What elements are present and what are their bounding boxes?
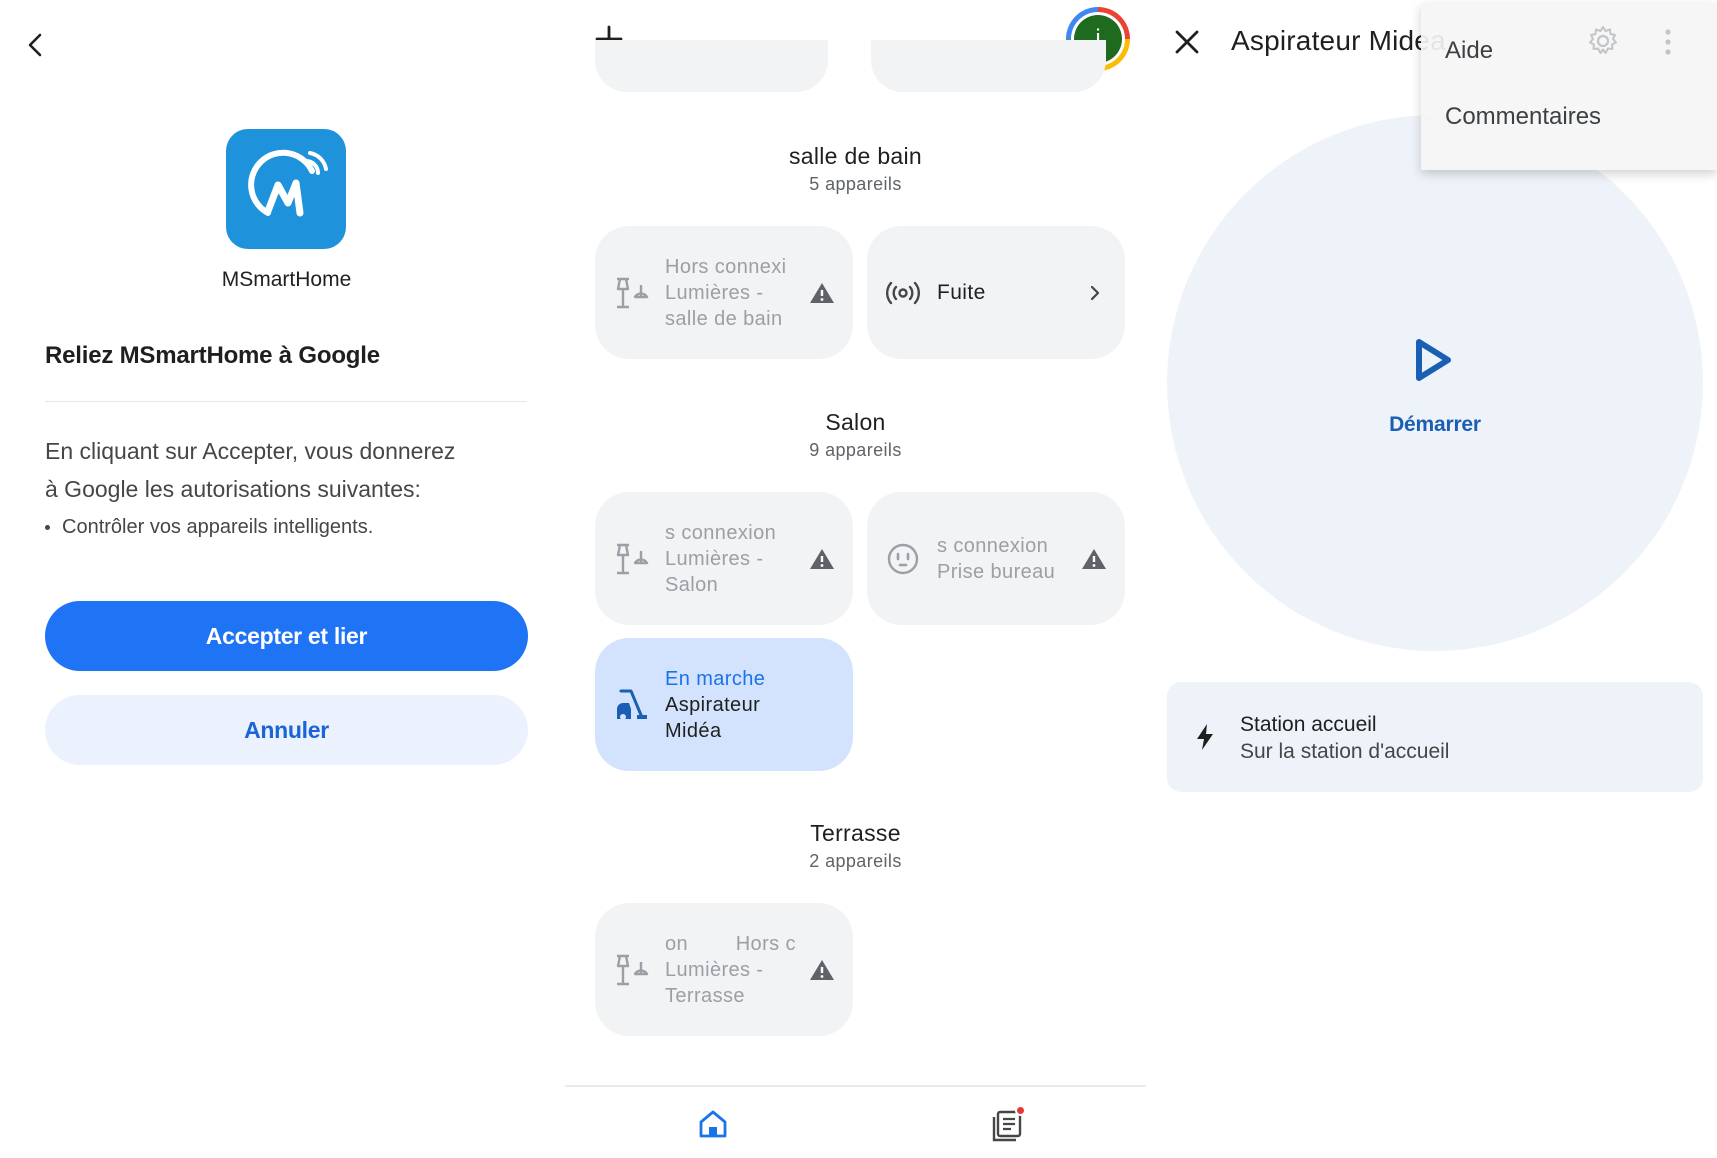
device-tile-partial[interactable]: [871, 40, 1106, 92]
lamp-icon: [616, 543, 649, 574]
gear-icon[interactable]: [1586, 24, 1620, 58]
dock-title: Station accueil: [1240, 713, 1377, 736]
device-tile-lights-salon[interactable]: s connexion Lumières - Salon: [595, 492, 853, 625]
divider: [45, 401, 527, 402]
device-status: En marche: [665, 667, 766, 690]
room-title: salle de bain: [788, 143, 923, 169]
home-devices-screen: j salle de bain 5 appareils Hors connexi…: [565, 0, 1146, 1158]
page-title: Reliez MSmartHome à Google: [45, 342, 380, 369]
device-name: Lumières -: [665, 281, 764, 304]
device-tile-outlet-office[interactable]: s connexion Prise bureau: [867, 492, 1125, 625]
dock-status-card[interactable]: Station accueil Sur la station d'accueil: [1167, 682, 1703, 792]
device-status: s connexion: [937, 534, 1049, 557]
device-name-cont: salle de bain: [665, 307, 783, 330]
accept-and-link-button[interactable]: Accepter et lier: [45, 601, 528, 671]
activity-tab[interactable]: [990, 1105, 1026, 1143]
lamp-icon: [616, 954, 649, 985]
overflow-menu: Aide Commentaires: [1421, 3, 1717, 170]
vacuum-control-screen: Aspirateur Midea Démarrer Station accuei…: [1146, 0, 1717, 1158]
warning-icon: [810, 959, 834, 980]
device-tile-lights-terrace[interactable]: on Hors c Lumières - Terrasse: [595, 903, 853, 1036]
more-vert-icon[interactable]: [1662, 27, 1674, 57]
room-title: Salon: [825, 409, 886, 435]
device-tile-leak[interactable]: Fuite: [867, 226, 1125, 359]
permission-label: Contrôler vos appareils intelligents.: [62, 516, 374, 538]
menu-item-feedback[interactable]: Commentaires: [1445, 103, 1601, 131]
device-name: Fuite: [937, 280, 986, 304]
lamp-icon: [616, 277, 649, 308]
device-status: s connexion: [665, 521, 777, 544]
device-tile-partial[interactable]: [595, 40, 828, 92]
warning-icon: [810, 548, 834, 569]
room-device-count: 5 appareils: [809, 174, 902, 194]
room-device-count: 2 appareils: [809, 851, 902, 871]
device-tile-lights-bathroom[interactable]: Hors connexi Lumières - salle de bain: [595, 226, 853, 359]
device-name: Lumières -: [665, 547, 764, 570]
bottom-navigation: [565, 1085, 1146, 1158]
consent-text: En cliquant sur Accepter, vous donnerez …: [45, 432, 525, 508]
chevron-right-icon: [1090, 285, 1100, 300]
room-device-count: 9 appareils: [809, 440, 902, 460]
back-button[interactable]: [18, 28, 52, 62]
device-name: Lumières -: [665, 958, 764, 981]
consent-line-1: En cliquant sur Accepter, vous donnerez: [45, 438, 456, 464]
consent-line-2: à Google les autorisations suivantes:: [45, 476, 421, 502]
chevron-left-icon: [28, 33, 42, 57]
device-name-cont: Midéa: [665, 719, 722, 742]
start-button[interactable]: Démarrer: [1146, 413, 1717, 437]
app-name: MSmartHome: [221, 268, 352, 291]
device-name-cont: Terrasse: [665, 984, 745, 1007]
notification-dot: [1015, 1105, 1026, 1116]
outlet-icon: [887, 543, 919, 574]
cancel-button[interactable]: Annuler: [45, 695, 528, 765]
link-account-screen: MSmartHome Reliez MSmartHome à Google En…: [0, 0, 565, 1158]
device-status: Hors connexi: [665, 255, 787, 278]
device-tile-vacuum[interactable]: En marche Aspirateur Midéa: [595, 638, 853, 771]
close-icon[interactable]: [1173, 28, 1201, 56]
device-name-cont: Salon: [665, 573, 719, 596]
play-icon[interactable]: [1414, 338, 1452, 382]
bullet: [45, 525, 50, 530]
msmarthome-logo: [226, 129, 346, 249]
home-icon[interactable]: [698, 1109, 728, 1139]
warning-icon: [1082, 548, 1106, 569]
leak-sensor-icon: [886, 281, 920, 304]
msmarthome-logo-icon: [248, 149, 328, 217]
device-status: on Hors c: [665, 932, 796, 955]
lightning-icon: [1197, 724, 1213, 750]
menu-item-help[interactable]: Aide: [1445, 37, 1493, 65]
room-title: Terrasse: [810, 820, 901, 846]
vacuum-icon: [617, 689, 647, 720]
permission-item: Contrôler vos appareils intelligents.: [45, 516, 373, 539]
control-dial: [1167, 115, 1703, 651]
dock-subtitle: Sur la station d'accueil: [1240, 740, 1450, 763]
device-name: Prise bureau: [937, 560, 1056, 583]
warning-icon: [810, 282, 834, 303]
device-title: Aspirateur Midea: [1231, 25, 1446, 56]
device-name: Aspirateur: [665, 693, 761, 716]
